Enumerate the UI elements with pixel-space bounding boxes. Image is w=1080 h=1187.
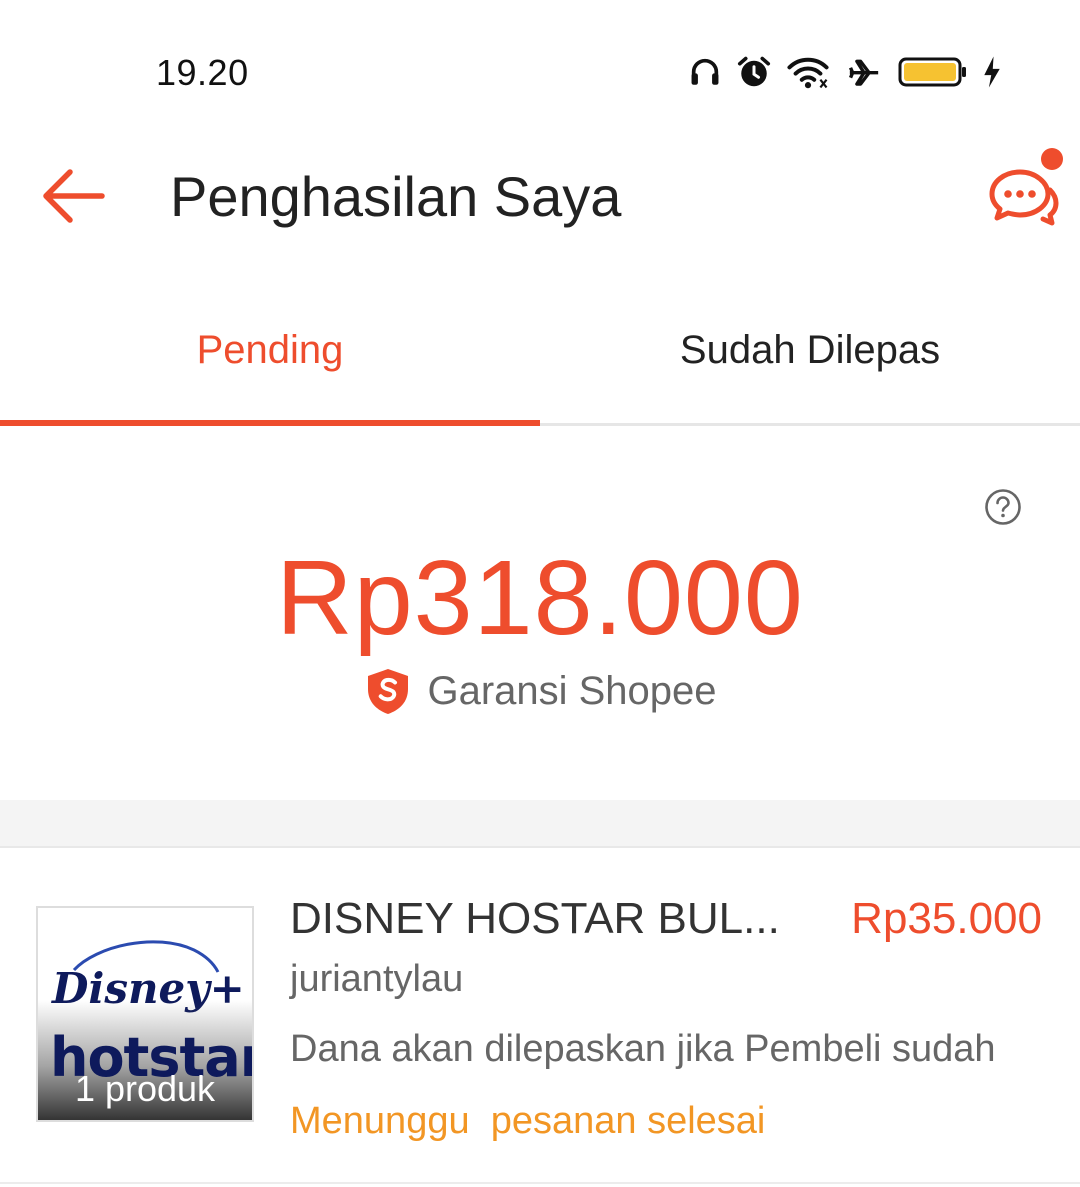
chat-button[interactable]: [976, 142, 1072, 238]
order-status: Menunggu pesanan selesai: [290, 1100, 766, 1142]
product-thumbnail: Disney+ hotstar 1 produk: [36, 906, 254, 1122]
shield-icon: [368, 669, 409, 714]
back-button[interactable]: [36, 158, 112, 234]
tab-released[interactable]: Sudah Dilepas: [540, 292, 1080, 423]
status-bar: 19.20: [0, 0, 1080, 140]
total-pending-amount: Rp318.000: [276, 539, 804, 657]
release-note: Dana akan dilepaskan jika Pembeli sudah: [290, 1028, 996, 1070]
list-divider: [0, 1182, 1080, 1184]
alarm-icon: [737, 56, 771, 87]
section-divider: [0, 800, 1080, 848]
tab-bar: Pending Sudah Dilepas: [0, 292, 1080, 426]
airplane-icon: [848, 59, 879, 86]
order-list-item[interactable]: Disney+ hotstar 1 produk DISNEY HOSTAR B…: [0, 850, 1080, 1182]
tab-released-label: Sudah Dilepas: [679, 328, 941, 372]
question-circle-icon[interactable]: [984, 488, 1022, 526]
status-time: 19.20: [156, 52, 249, 93]
notification-dot: [1041, 148, 1063, 170]
battery-icon: [898, 57, 966, 87]
tab-pending-label: Pending: [196, 328, 344, 372]
product-count: 1 produk: [74, 1068, 216, 1109]
wifi-icon: [787, 57, 829, 89]
earnings-summary: Rp318.000 Garansi Shopee: [0, 426, 1080, 800]
product-name: DISNEY HOSTAR BUL...: [290, 894, 780, 943]
page-title: Penghasilan Saya: [170, 165, 622, 228]
guarantee-badge: Garansi Shopee: [0, 666, 1080, 716]
product-price: Rp35.000: [851, 894, 1042, 943]
charging-icon: [984, 56, 1000, 88]
buyer-name: juriantylau: [290, 958, 464, 1000]
arrow-left-icon: [43, 169, 105, 223]
app-header: Penghasilan Saya: [0, 140, 1080, 252]
guarantee-label: Garansi Shopee: [427, 668, 717, 713]
tab-pending[interactable]: Pending: [0, 292, 540, 426]
status-icons: [688, 52, 1002, 92]
headphones-icon: [691, 58, 719, 85]
